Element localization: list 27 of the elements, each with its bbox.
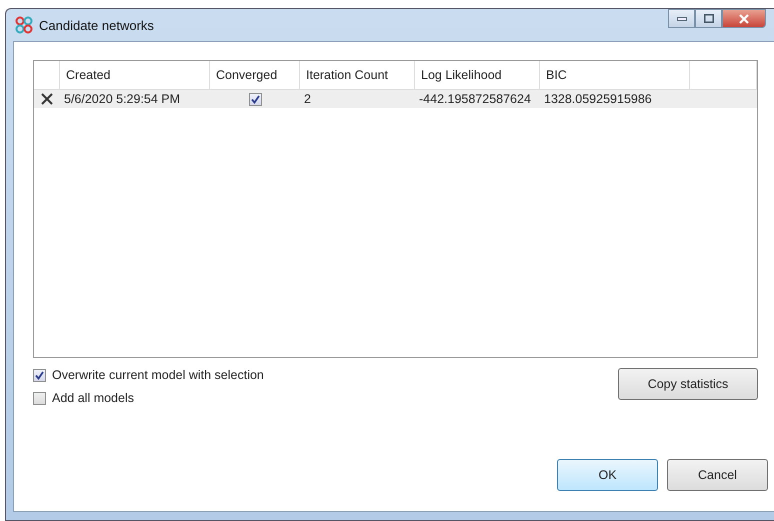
column-header[interactable]: Iteration Count [300, 61, 415, 89]
table-cell: 2 [304, 92, 311, 106]
checkbox[interactable] [248, 92, 262, 106]
table-cell: 5/6/2020 5:29:54 PM [64, 92, 180, 106]
column-header[interactable]: Converged [210, 61, 300, 89]
close-icon [739, 14, 749, 24]
minimize-button[interactable] [668, 9, 695, 28]
maximize-button[interactable] [695, 9, 722, 28]
checkbox[interactable] [33, 392, 46, 404]
copy-statistics-button[interactable]: Copy statistics [618, 368, 758, 400]
delete-icon[interactable] [41, 93, 53, 105]
cancel-button[interactable]: Cancel [667, 459, 768, 491]
close-button[interactable] [722, 9, 766, 28]
table-row[interactable]: 5/6/2020 5:29:54 PM 2 -442.195872587624 1328.05925915986 [34, 90, 757, 108]
checkbox[interactable] [33, 368, 46, 382]
app-icon [15, 16, 33, 34]
maximize-icon [704, 14, 714, 23]
window-title: Candidate networks [39, 18, 154, 32]
option-label: Add all models [52, 391, 134, 405]
column-header[interactable]: BIC [540, 61, 690, 89]
table-cell: -442.195872587624 [419, 92, 531, 106]
table-cell: 1328.05925915986 [544, 92, 652, 106]
ok-button[interactable]: OK [557, 459, 658, 491]
column-header[interactable]: Log Likelihood [415, 61, 540, 89]
option-label: Overwrite current model with selection [52, 368, 264, 382]
minimize-icon [676, 16, 686, 20]
column-header[interactable]: Created [60, 61, 210, 89]
